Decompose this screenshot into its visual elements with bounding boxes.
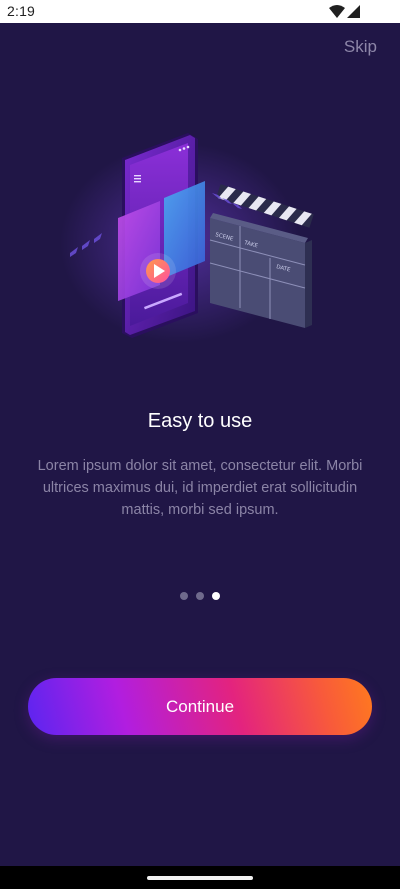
onboarding-description: Lorem ipsum dolor sit amet, consectetur … [37,458,363,518]
pagination-dot-2[interactable] [196,592,204,600]
video-player-clapperboard-illustration: SCENE TAKE DATE [60,133,314,343]
signal-icon [347,5,360,18]
onboarding-screen: Skip SCENE TAKE DATE Easy to use Lorem i… [0,23,400,866]
status-time: 2:19 [7,3,36,19]
status-icons [329,4,360,19]
wifi-icon [329,5,345,18]
pagination-dot-3-active[interactable] [212,592,220,600]
navigation-bar [0,866,400,889]
home-indicator[interactable] [147,876,253,880]
status-bar: 2:19 [0,0,400,23]
continue-button[interactable]: Continue [28,678,372,735]
onboarding-title: Easy to use [147,410,253,432]
pagination-dots [0,592,400,600]
pagination-dot-1[interactable] [180,592,188,600]
skip-button[interactable]: Skip [344,37,377,57]
phone-icon [118,133,205,338]
